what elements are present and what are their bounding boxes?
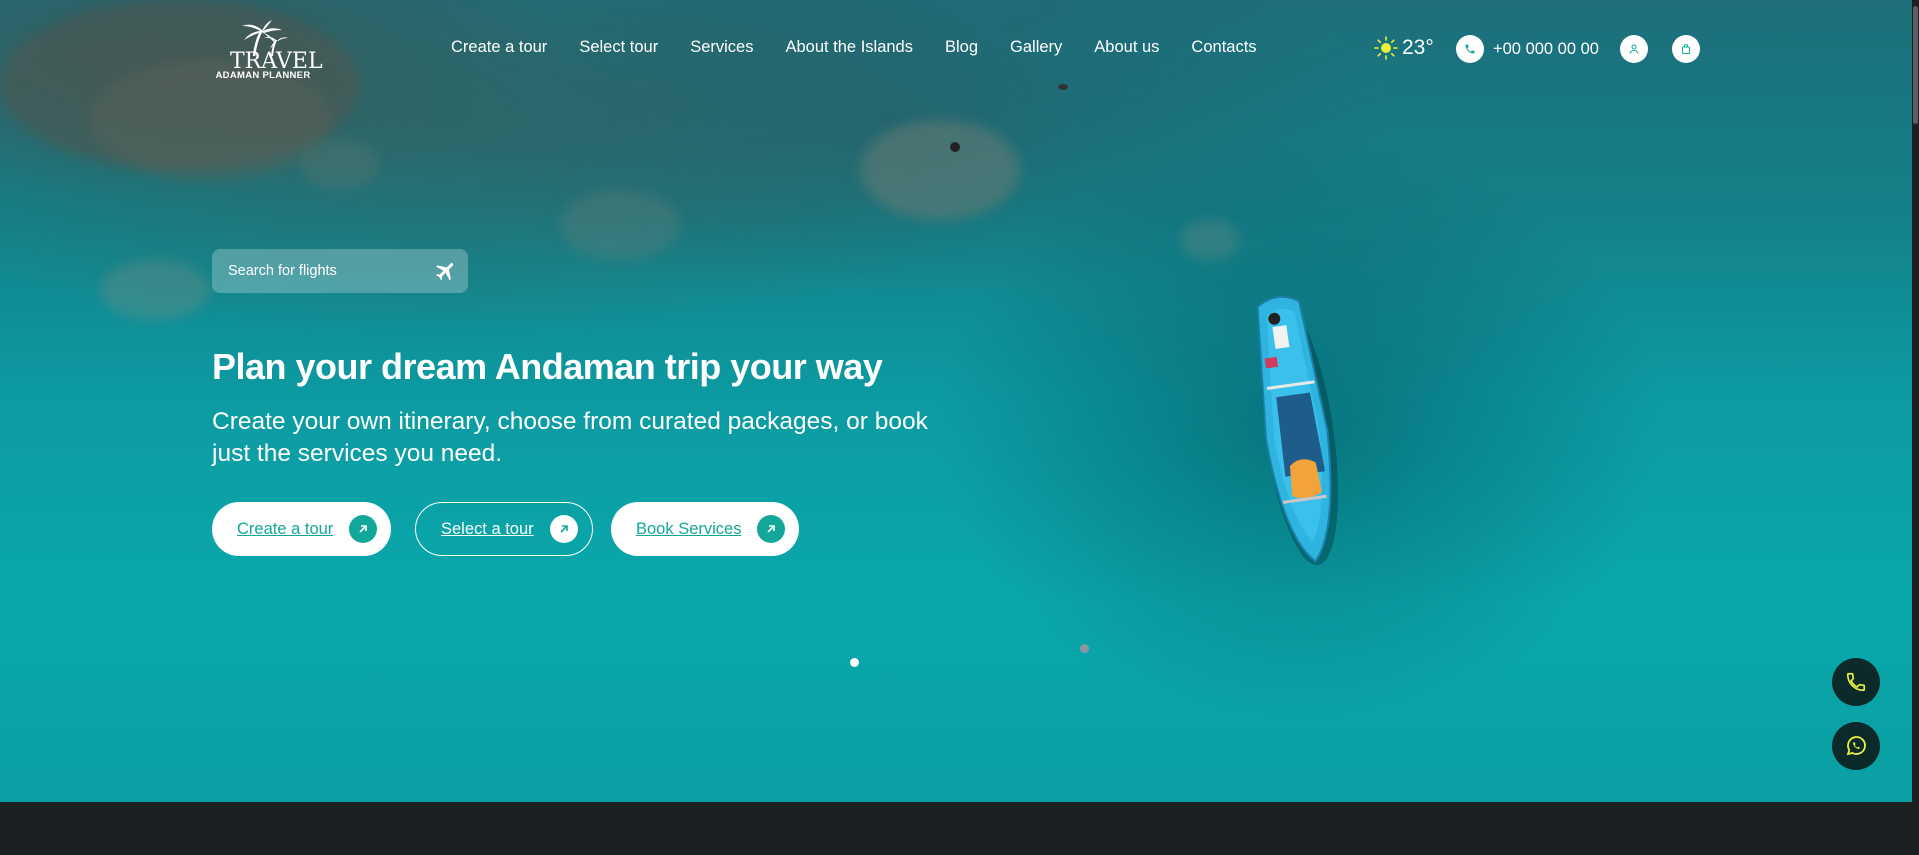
plane-icon[interactable] xyxy=(434,259,458,283)
weather-widget: 23° xyxy=(1374,36,1434,60)
page-footer-strip xyxy=(0,802,1912,855)
hero-subtitle: Create your own itinerary, choose from c… xyxy=(212,408,928,467)
hero-background xyxy=(0,0,1912,802)
select-tour-label: Select a tour xyxy=(441,519,534,538)
floating-call-button[interactable] xyxy=(1832,658,1880,706)
cart-icon[interactable] xyxy=(1672,35,1700,63)
scrollbar-thumb[interactable] xyxy=(1913,6,1918,124)
main-nav: Create a tour Select tour Services About… xyxy=(451,38,1257,57)
user-icon[interactable] xyxy=(1620,35,1648,63)
temperature: 23° xyxy=(1402,36,1434,59)
nav-gallery[interactable]: Gallery xyxy=(1010,38,1062,57)
whatsapp-icon xyxy=(1846,736,1866,756)
flight-search xyxy=(212,249,468,293)
nav-services[interactable]: Services xyxy=(690,38,753,57)
arrow-up-right-icon xyxy=(549,515,578,543)
nav-about-the-islands[interactable]: About the Islands xyxy=(785,38,913,57)
floating-whatsapp-button[interactable] xyxy=(1832,722,1880,770)
hero-title: Plan your dream Andaman trip your way xyxy=(212,346,883,387)
create-tour-label: Create a tour xyxy=(237,519,334,538)
nav-blog[interactable]: Blog xyxy=(945,38,978,57)
nav-contacts[interactable]: Contacts xyxy=(1191,38,1256,57)
phone-contact[interactable]: +00 000 00 00 xyxy=(1456,35,1599,63)
boat-image xyxy=(1256,295,1339,566)
sun-icon xyxy=(1374,36,1398,60)
buoy xyxy=(1080,644,1089,653)
search-input[interactable] xyxy=(228,263,418,279)
arrow-up-right-icon xyxy=(349,515,378,543)
book-services-label: Book Services xyxy=(636,519,742,538)
phone-icon xyxy=(1846,672,1866,692)
nav-select-tour[interactable]: Select tour xyxy=(579,38,658,57)
book-services-button[interactable]: Book Services xyxy=(611,502,800,556)
nav-create-a-tour[interactable]: Create a tour xyxy=(451,38,547,57)
arrow-up-right-icon xyxy=(757,515,786,543)
logo[interactable]: TRAVEL ADAMAN PLANNER xyxy=(210,18,323,84)
select-tour-button[interactable]: Select a tour xyxy=(415,502,593,556)
logo-subtitle: ADAMAN PLANNER xyxy=(215,70,311,81)
scrollbar[interactable] xyxy=(1912,0,1919,855)
nav-about-us[interactable]: About us xyxy=(1094,38,1159,57)
create-tour-button[interactable]: Create a tour xyxy=(212,502,392,556)
buoy xyxy=(850,658,859,667)
swimmer xyxy=(1058,84,1068,90)
phone-icon xyxy=(1456,35,1484,63)
swimmer xyxy=(950,142,960,152)
phone-number: +00 000 00 00 xyxy=(1493,39,1599,58)
